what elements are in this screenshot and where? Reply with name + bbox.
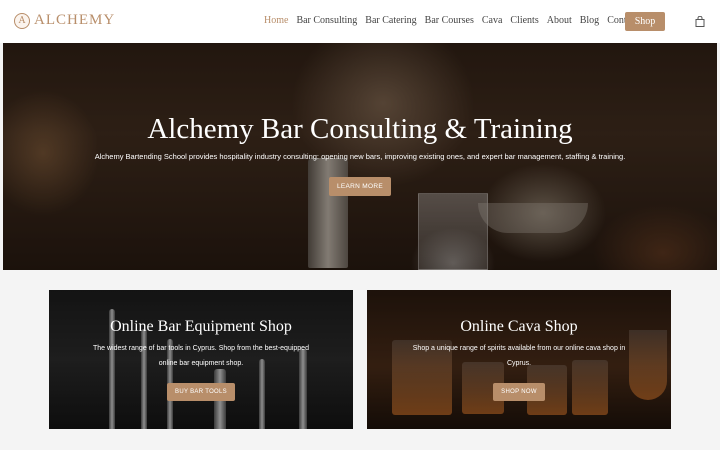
learn-more-button[interactable]: LEARN MORE — [329, 177, 391, 196]
hero-banner: Alchemy Bar Consulting & Training Alchem… — [3, 43, 717, 270]
card-description-line: The widest range of bar tools in Cyprus.… — [93, 345, 309, 352]
coupe-glass-image — [478, 203, 588, 233]
card-description-line: Cyprus. — [506, 360, 532, 367]
card-content: Online Cava Shop Shop a unique range of … — [367, 318, 671, 401]
hero-subtitle: Alchemy Bartending School provides hospi… — [94, 152, 626, 161]
main-menu: Home Bar Consulting Bar Catering Bar Cou… — [264, 15, 646, 26]
top-navigation: A ALCHEMY Home Bar Consulting Bar Cateri… — [0, 0, 720, 43]
card-description: The widest range of bar tools in Cyprus.… — [81, 341, 321, 371]
logo[interactable]: A ALCHEMY — [14, 12, 115, 29]
hero-title: Alchemy Bar Consulting & Training — [147, 113, 573, 145]
shop-now-button[interactable]: SHOP NOW — [493, 383, 545, 401]
card-title: Online Bar Equipment Shop — [110, 318, 292, 335]
cava-shop-card[interactable]: Online Cava Shop Shop a unique range of … — [367, 290, 671, 429]
nav-item-bar-catering[interactable]: Bar Catering — [365, 15, 416, 26]
nav-item-clients[interactable]: Clients — [510, 15, 538, 26]
card-description-line: Shop a unique range of spirits available… — [412, 345, 626, 352]
ice-glass-image — [418, 193, 488, 270]
shopping-bag-icon[interactable] — [695, 16, 705, 27]
card-description: Shop a unique range of spirits available… — [399, 341, 639, 371]
buy-bar-tools-button[interactable]: BUY BAR TOOLS — [167, 383, 235, 401]
nav-item-about[interactable]: About — [547, 15, 572, 26]
nav-item-bar-courses[interactable]: Bar Courses — [425, 15, 474, 26]
hero-content: Alchemy Bar Consulting & Training Alchem… — [3, 113, 717, 196]
nav-item-blog[interactable]: Blog — [580, 15, 599, 26]
logo-mark: A — [14, 12, 30, 29]
card-title: Online Cava Shop — [460, 318, 578, 335]
nav-item-bar-consulting[interactable]: Bar Consulting — [296, 15, 357, 26]
bar-equipment-card[interactable]: Online Bar Equipment Shop The widest ran… — [49, 290, 353, 429]
logo-text: ALCHEMY — [34, 12, 116, 28]
nav-item-cava[interactable]: Cava — [482, 15, 503, 26]
nav-item-home[interactable]: Home — [264, 15, 288, 26]
shop-button[interactable]: Shop — [625, 12, 665, 31]
card-description-line: online bar equipment shop. — [158, 360, 244, 367]
card-content: Online Bar Equipment Shop The widest ran… — [49, 318, 353, 401]
